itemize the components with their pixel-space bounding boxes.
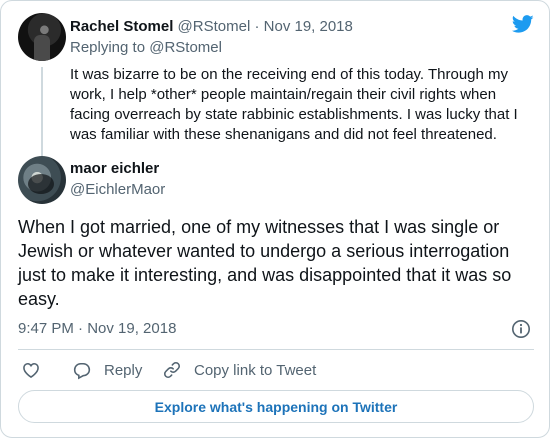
reply-label[interactable]: Reply xyxy=(104,362,142,379)
parent-author-handle[interactable]: @RStomel xyxy=(178,18,251,35)
copy-link-label[interactable]: Copy link to Tweet xyxy=(194,362,316,379)
heart-icon xyxy=(23,362,39,379)
like-button[interactable] xyxy=(21,359,41,381)
header-separator: · xyxy=(254,18,260,35)
parent-date[interactable]: Nov 19, 2018 xyxy=(264,18,353,35)
reply-button[interactable]: Reply xyxy=(72,359,142,381)
link-icon xyxy=(164,362,180,378)
copy-link-button[interactable]: Copy link to Tweet xyxy=(162,359,316,381)
author-name[interactable]: maor eichler xyxy=(70,159,159,179)
thread-connector xyxy=(41,67,43,165)
info-icon[interactable] xyxy=(511,319,531,339)
tweet-author[interactable]: maor eichler @EichlerMaor xyxy=(18,156,534,206)
replying-to-label: Replying to @RStomel xyxy=(70,39,222,56)
embedded-tweet-card: Rachel Stomel @RStomel · Nov 19, 2018 Re… xyxy=(0,0,550,438)
parent-tweet[interactable]: Rachel Stomel @RStomel · Nov 19, 2018 Re… xyxy=(18,11,534,165)
reply-bubble-icon xyxy=(73,362,91,380)
parent-tweet-text: It was bizarre to be on the receiving en… xyxy=(70,66,518,143)
tweet-timestamp[interactable]: 9:47 PM · Nov 19, 2018 xyxy=(18,319,176,339)
divider xyxy=(18,349,534,350)
parent-avatar[interactable] xyxy=(18,13,66,61)
author-handle[interactable]: @EichlerMaor xyxy=(70,180,165,200)
author-avatar[interactable] xyxy=(18,156,66,204)
tweet-actions: Reply Copy link to Tweet xyxy=(18,359,534,381)
tweet-text: When I got married, one of my witnesses … xyxy=(18,217,512,309)
parent-author-name[interactable]: Rachel Stomel xyxy=(70,18,173,35)
parent-header: Rachel Stomel @RStomel · Nov 19, 2018 xyxy=(70,17,353,37)
explore-twitter-button[interactable]: Explore what's happening on Twitter xyxy=(18,390,534,423)
